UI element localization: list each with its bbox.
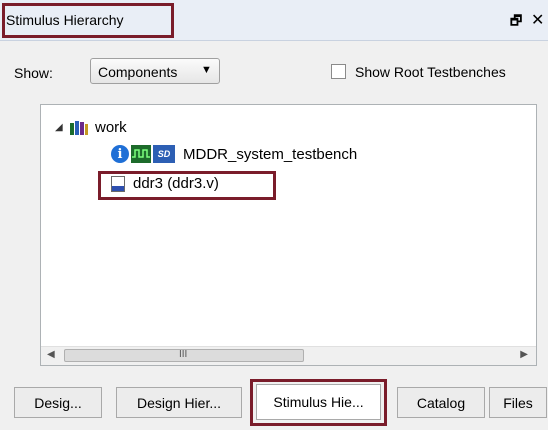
show-root-testbenches-checkbox[interactable] xyxy=(331,64,346,79)
title-highlight-box xyxy=(2,3,174,38)
ddr3-highlight-box xyxy=(98,171,276,200)
undock-icon[interactable]: 🗗 xyxy=(510,12,522,34)
info-icon: i xyxy=(111,145,129,163)
tab-design-hierarchy[interactable]: Design Hier... xyxy=(116,387,242,418)
tree-node-label: MDDR_system_testbench xyxy=(183,145,358,163)
tab-files[interactable]: Files xyxy=(489,387,547,418)
expand-toggle-icon[interactable]: ◢ xyxy=(55,122,69,133)
scroll-left-icon[interactable]: ◀ xyxy=(47,349,55,360)
smartdesign-icon: SD xyxy=(153,145,175,163)
tree-node-label: work xyxy=(95,119,127,136)
library-books-icon xyxy=(70,120,88,135)
tree-node-mddr-testbench[interactable]: i SD MDDR_system_testbench xyxy=(111,145,357,163)
tab-highlight-box xyxy=(250,379,387,426)
show-dropdown[interactable]: Components ▼ xyxy=(90,58,220,84)
scroll-grip: III xyxy=(179,349,188,360)
show-dropdown-value: Components xyxy=(98,64,178,80)
tree-node-work[interactable]: ◢ work xyxy=(55,119,127,136)
hierarchy-tree[interactable]: ◢ work i SD MDDR_system_testbench ddr3 (… xyxy=(40,104,537,366)
waveform-icon xyxy=(131,145,151,163)
tab-catalog[interactable]: Catalog xyxy=(397,387,485,418)
scroll-thumb[interactable]: III xyxy=(64,349,304,362)
dropdown-caret-icon: ▼ xyxy=(201,64,212,76)
tab-design-flow[interactable]: Desig... xyxy=(14,387,102,418)
show-root-testbenches-label[interactable]: Show Root Testbenches xyxy=(355,64,506,80)
panel-titlebar: Stimulus Hierarchy 🗗 ✕ xyxy=(0,0,548,41)
show-label: Show: xyxy=(14,65,53,81)
close-icon[interactable]: ✕ xyxy=(531,10,544,30)
stimulus-hierarchy-panel: Show: Components ▼ Show Root Testbenches… xyxy=(0,41,548,379)
horizontal-scrollbar[interactable]: ◀ III ▶ xyxy=(41,346,536,365)
scroll-right-icon[interactable]: ▶ xyxy=(520,349,528,360)
